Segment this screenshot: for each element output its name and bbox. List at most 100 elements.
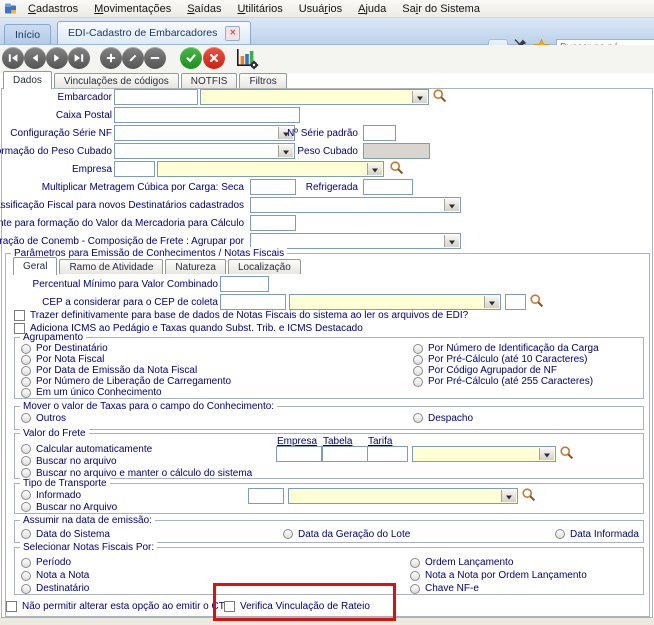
radio-circle-icon <box>21 377 31 387</box>
radio-nota-a-nota[interactable]: Nota a Nota <box>21 569 89 582</box>
radio-circle-icon <box>410 571 420 581</box>
radio-circle-icon <box>21 366 31 376</box>
radio-periodo[interactable]: Período <box>21 556 89 569</box>
checkbox-nao-permitir-alterar-esta-opcao-ao-emitir-o-ct-e[interactable]: Não permitir alterar esta opção ao emiti… <box>6 600 236 612</box>
combo-arrow-icon[interactable] <box>412 91 427 103</box>
seca-field[interactable] <box>250 179 296 195</box>
coeficiente-field[interactable] <box>250 215 296 231</box>
cep-combo[interactable] <box>289 294 501 310</box>
radio-data-informada[interactable]: Data Informada <box>555 528 639 540</box>
tab-natureza[interactable]: Natureza <box>165 259 226 274</box>
caixa-postal-field[interactable] <box>114 107 300 123</box>
percentual-field[interactable] <box>220 276 269 292</box>
tab-dados[interactable]: Dados <box>3 71 52 89</box>
cep-field[interactable] <box>220 294 286 310</box>
radio-label: Data do Sistema <box>36 529 110 540</box>
frete-tabela-field[interactable] <box>322 446 368 462</box>
tab-notfis[interactable]: NOTFIS <box>181 73 238 88</box>
radio-por-pre-calculo-ate-10-caracteres[interactable]: Por Pré-Cálculo (até 10 Caracteres) <box>413 354 599 365</box>
checkbox-adiciona-icms-ao-pedagio-e-taxas-quando-subst-trib-e-icms-destacado[interactable]: Adiciona ICMS ao Pedágio e Taxas quando … <box>14 322 468 335</box>
radio-circle-icon <box>21 456 31 466</box>
radio-destinatario[interactable]: Destinatário <box>21 582 89 595</box>
tipo-transporte-combo[interactable] <box>288 488 518 504</box>
form-area: Embarcador Caixa Postal Configuração Sér… <box>0 0 654 625</box>
tab-localizacao[interactable]: Localização <box>228 259 301 274</box>
radio-em-um-unico-conhecimento[interactable]: Em um único Conhecimento <box>21 387 231 398</box>
embarcador-search-icon[interactable] <box>432 88 448 104</box>
radio-data-da-geracao-do-lote[interactable]: Data da Geração do Lote <box>283 528 410 540</box>
radio-buscar-no-arquivo[interactable]: Buscar no arquivo <box>21 455 252 467</box>
classificacao-combo[interactable] <box>250 197 461 213</box>
radio-label: Por Número de Identificação da Carga <box>428 343 599 354</box>
tipo-transporte-code-field[interactable] <box>248 488 284 504</box>
radio-ordem-lancamento[interactable]: Ordem Lançamento <box>410 556 587 569</box>
radio-circle-icon <box>21 584 31 594</box>
radio-circle-icon <box>21 444 31 454</box>
frete-empresa-field[interactable] <box>276 446 322 462</box>
radio-circle-icon <box>21 490 31 500</box>
frete-tarifa-field[interactable] <box>367 446 408 462</box>
radio-informado[interactable]: Informado <box>21 489 117 501</box>
embarcador-label: Embarcador <box>58 91 112 104</box>
radio-outros[interactable]: Outros <box>21 412 66 424</box>
frete-search-icon[interactable] <box>559 445 575 461</box>
combo-arrow-icon[interactable] <box>444 235 459 247</box>
tab-geral[interactable]: Geral <box>13 257 57 275</box>
combo-arrow-icon[interactable] <box>278 145 293 157</box>
radio-por-destinatario[interactable]: Por Destinatário <box>21 343 231 354</box>
embarcador-code-field[interactable] <box>114 89 198 105</box>
config-serie-label: Configuração Série NF <box>10 127 112 140</box>
radio-label: Outros <box>36 413 66 424</box>
radio-por-pre-calculo-ate-255-caracteres[interactable]: Por Pré-Cálculo (até 255 Caracteres) <box>413 376 599 387</box>
radio-chave-nf-e[interactable]: Chave NF-e <box>410 582 587 595</box>
empresa-label: Empresa <box>72 163 112 176</box>
cep-extra-field[interactable] <box>505 294 526 310</box>
radio-label: Período <box>36 557 71 568</box>
num-serie-field[interactable] <box>363 125 396 141</box>
radio-calcular-automaticamente[interactable]: Calcular automaticamente <box>21 443 252 455</box>
radio-buscar-no-arquivo[interactable]: Buscar no Arquivo <box>21 501 117 513</box>
radio-label: Buscar no arquivo e manter o cálculo do … <box>36 468 252 479</box>
checkbox-trazer-definitivamente-para-base-de-dados-de-notas-fiscais-do-sistema-ao-ler-os-arquivos-de-edi[interactable]: Trazer definitivamente para base de dado… <box>14 309 468 322</box>
radio-circle-icon <box>413 377 423 387</box>
radio-circle-icon <box>21 413 31 423</box>
empresa-code-field[interactable] <box>114 161 155 177</box>
refrigerada-field[interactable] <box>363 179 413 195</box>
formacao-peso-label: Formação do Peso Cubado <box>0 145 112 158</box>
radio-data-do-sistema[interactable]: Data do Sistema <box>21 528 110 540</box>
radio-circle-icon <box>21 502 31 512</box>
embarcador-combo[interactable] <box>200 89 429 105</box>
radio-por-data-de-emissao-da-nota-fiscal[interactable]: Por Data de Emissão da Nota Fiscal <box>21 365 231 376</box>
checkbox-label: Trazer definitivamente para base de dado… <box>30 310 468 321</box>
radio-por-codigo-agrupador-de-nf[interactable]: Por Código Agrupador de NF <box>413 365 599 376</box>
tab-vinculacoes-de-codigos[interactable]: Vinculações de códigos <box>54 73 179 88</box>
formacao-peso-combo[interactable] <box>114 143 295 159</box>
radio-circle-icon <box>413 413 423 423</box>
tipo-transporte-search-icon[interactable] <box>521 487 537 503</box>
empresa-combo[interactable] <box>157 161 384 177</box>
combo-arrow-icon[interactable] <box>484 296 499 308</box>
radio-circle-icon <box>21 468 31 478</box>
radio-por-nota-fiscal[interactable]: Por Nota Fiscal <box>21 354 231 365</box>
combo-arrow-icon[interactable] <box>367 163 382 175</box>
cep-search-icon[interactable] <box>529 293 545 309</box>
tab-filtros[interactable]: Filtros <box>239 73 286 88</box>
radio-label: Por Código Agrupador de NF <box>428 365 557 376</box>
frete-tarifa-combo[interactable] <box>412 446 556 462</box>
radio-nota-a-nota-por-ordem-lancamento[interactable]: Nota a Nota por Ordem Lançamento <box>410 569 587 582</box>
radio-por-numero-de-liberacao-de-carregamento[interactable]: Por Número de Liberação de Carregamento <box>21 376 231 387</box>
radio-por-numero-de-identificacao-da-carga[interactable]: Por Número de Identificação da Carga <box>413 343 599 354</box>
combo-arrow-icon[interactable] <box>539 448 554 460</box>
radio-circle-icon <box>21 355 31 365</box>
combo-arrow-icon[interactable] <box>444 199 459 211</box>
radio-buscar-no-arquivo-e-manter-o-calculo-do-sistema[interactable]: Buscar no arquivo e manter o cálculo do … <box>21 467 252 479</box>
tab-ramo-de-atividade[interactable]: Ramo de Atividade <box>59 259 163 274</box>
radio-label: Nota a Nota <box>36 570 89 581</box>
empresa-search-icon[interactable] <box>389 160 405 176</box>
radio-label: Calcular automaticamente <box>36 444 152 455</box>
checkbox-label: Não permitir alterar esta opção ao emiti… <box>22 601 236 612</box>
config-serie-combo[interactable] <box>114 125 295 141</box>
radio-label: Buscar no arquivo <box>36 456 117 467</box>
radio-despacho[interactable]: Despacho <box>413 412 473 424</box>
combo-arrow-icon[interactable] <box>501 490 516 502</box>
